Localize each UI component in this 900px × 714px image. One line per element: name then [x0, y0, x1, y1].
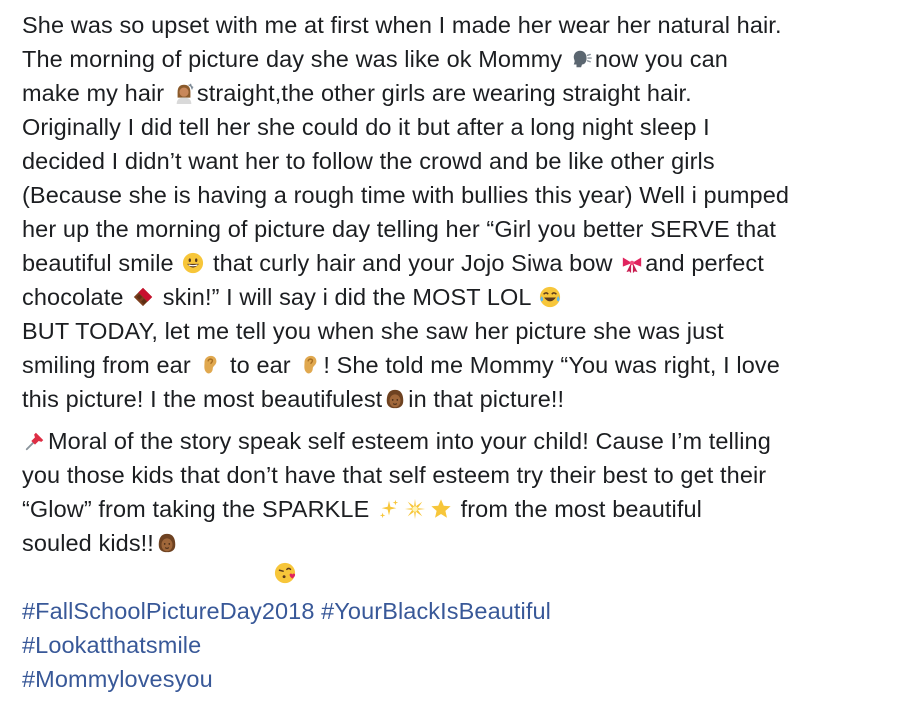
grinning-face-icon	[182, 252, 204, 274]
hashtag-link[interactable]: #Mommylovesyou	[22, 662, 892, 696]
text: Originally I did tell her she could do i…	[22, 114, 710, 140]
glowing-star-icon	[404, 498, 426, 520]
text: from the most beautiful	[453, 496, 702, 522]
ear-icon	[199, 354, 221, 376]
speaking-head-icon	[571, 48, 593, 70]
text: in that picture!!	[408, 386, 565, 412]
text: She was so upset with me at first when I…	[22, 12, 782, 38]
text: BUT TODAY, let me tell you when she saw …	[22, 318, 724, 344]
text: that curly hair and your Jojo Siwa bow	[206, 250, 620, 276]
woman-face-icon	[156, 532, 178, 554]
post-line: BUT TODAY, let me tell you when she saw …	[22, 314, 892, 348]
chocolate-bar-icon	[132, 286, 154, 308]
text: (Because she is having a rough time with…	[22, 182, 790, 208]
post-line: this picture! I the most beautifulest in …	[22, 382, 892, 416]
post-line: her up the morning of picture day tellin…	[22, 212, 892, 246]
emoji-line	[22, 560, 892, 594]
text: and perfect	[645, 250, 764, 276]
text: decided I didn’t want her to follow the …	[22, 148, 715, 174]
haircut-woman-icon	[173, 82, 195, 104]
post-line: beautiful smile that curly hair and your…	[22, 246, 892, 280]
post-paragraph-2: Moral of the story speak self esteem int…	[22, 424, 892, 696]
hashtag-link[interactable]: #Lookatthatsmile	[22, 628, 892, 662]
text: ! She told me Mommy “You was right, I lo…	[323, 352, 780, 378]
text: her up the morning of picture day tellin…	[22, 216, 777, 242]
post-line: Moral of the story speak self esteem int…	[22, 424, 892, 458]
text: “Glow” from taking the SPARKLE	[22, 496, 376, 522]
hashtag-link[interactable]: #YourBlackIsBeautiful	[321, 598, 551, 624]
text: Moral of the story speak self esteem int…	[48, 428, 771, 454]
text: this picture! I the most beautifulest	[22, 386, 383, 412]
hashtag-link[interactable]: #FallSchoolPictureDay2018	[22, 598, 315, 624]
text: beautiful smile	[22, 250, 181, 276]
post-line: Originally I did tell her she could do i…	[22, 110, 892, 144]
text: chocolate	[22, 284, 131, 310]
sparkles-icon	[378, 498, 400, 520]
text: smiling from ear	[22, 352, 198, 378]
post-line: chocolate skin!” I will say i did the MO…	[22, 280, 892, 314]
hashtag-line: #FallSchoolPictureDay2018 #YourBlackIsBe…	[22, 594, 892, 628]
text: skin!” I will say i did the MOST LOL	[156, 284, 538, 310]
text: to ear	[223, 352, 298, 378]
post-line: The morning of picture day she was like …	[22, 42, 892, 76]
text: straight,the other girls are wearing str…	[196, 80, 692, 106]
post-line: (Because she is having a rough time with…	[22, 178, 892, 212]
text: you those kids that don’t have that self…	[22, 462, 767, 488]
text: souled kids!!	[22, 530, 154, 556]
kissing-heart-icon	[274, 562, 296, 584]
post-line: smiling from ear to ear ! She told me Mo…	[22, 348, 892, 382]
post-line: souled kids!!	[22, 526, 892, 560]
post-line: you those kids that don’t have that self…	[22, 458, 892, 492]
post-line: decided I didn’t want her to follow the …	[22, 144, 892, 178]
text: now you can	[594, 46, 728, 72]
ribbon-icon	[621, 252, 643, 274]
star-icon	[430, 498, 452, 520]
woman-face-icon	[384, 388, 406, 410]
text: make my hair	[22, 80, 171, 106]
post-line: “Glow” from taking the SPARKLE from the …	[22, 492, 892, 526]
ear-icon	[299, 354, 321, 376]
tears-of-joy-icon	[539, 286, 561, 308]
pushpin-icon	[24, 430, 46, 452]
post-text: She was so upset with me at first when I…	[22, 8, 892, 696]
post-line: She was so upset with me at first when I…	[22, 8, 892, 42]
text: The morning of picture day she was like …	[22, 46, 569, 72]
post-paragraph-1: She was so upset with me at first when I…	[22, 8, 892, 416]
post-line: make my hair straight,the other girls ar…	[22, 76, 892, 110]
